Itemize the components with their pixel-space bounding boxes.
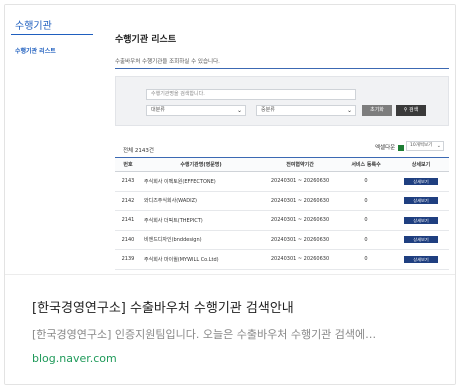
cell-detail: 상세보기 [393,210,449,231]
per-page-value: 10개씩보기 [410,143,433,148]
table-row: 2141 주식회사 더픽트(THEPICT) 20240301 ~ 20260630… [115,210,449,231]
table-row: 2140 비엔드디자인(bnddesign) 20240301 ~ 20260630… [115,230,449,250]
sidebar: 수행기관 수행기관 리스트 [5,5,101,274]
link-description: [한국경영연구소] 인증지원팀입니다. 오늘은 수출바우처 수행기관 검색에… [32,328,377,341]
cell-number: 2142 [115,191,141,211]
cell-number: 2141 [115,210,141,231]
chevron-down-icon: ⌄ [436,143,441,149]
search-button: ⚲ 검색 [396,105,426,116]
thumbnail-screenshot[interactable]: 수행기관 수행기관 리스트 수행기관 리스트 수출바우처 수행기관을 조회하실 … [5,5,455,275]
column-header-service-count: 서비스 등록수 [339,157,393,172]
cell-service-count: 0 [339,171,393,192]
cell-name: 주식회사 이펙토원(EFFECTONE) [141,171,261,192]
cell-detail: 상세보기 [393,249,449,270]
sidebar-divider [11,34,93,35]
reset-button: 초기화 [362,105,392,116]
chevron-down-icon: ⌄ [236,107,242,114]
cell-service-count: 0 [339,230,393,250]
cell-period: 20240301 ~ 20260630 [261,171,339,192]
cell-name: 주식회사 더픽트(THEPICT) [141,210,261,231]
cell-name: 와디즈주식회사(WADIZ) [141,191,261,211]
sidebar-title: 수행기관 [15,21,52,32]
subcategory-select: 중분류 ⌄ [256,105,356,116]
cell-number: 2139 [115,249,141,270]
column-header-name: 수행기관명(영문명) [141,157,261,172]
cell-period: 20240301 ~ 20260630 [261,210,339,231]
cell-service-count: 0 [339,191,393,211]
search-icon: ⚲ [403,107,408,113]
link-caption: [한국경영연구소] 수출바우처 수행기관 검색안내 [한국경영연구소] 인증지원… [5,275,455,384]
cell-detail: 상세보기 [393,171,449,192]
column-header-detail: 상세보기 [393,157,449,172]
agency-table: 번호 수행기관명(영문명) 전여협약기간 서비스 등록수 상세보기 2143 주식… [115,157,449,274]
cell-name: 비엔드디자인(bnddesign) [141,230,261,250]
title-divider [115,68,449,69]
cell-service-count: 0 [339,210,393,231]
table-row: 2139 주식회사 마이윌(MYWILL Co.Ltd) 20240301 ~ 20… [115,249,449,270]
cell-name: 주식회사 마이윌(MYWILL Co.Ltd) [141,249,261,270]
sidebar-item-agency-list: 수행기관 리스트 [15,48,56,55]
subcategory-select-value: 중분류 [261,107,275,113]
detail-button: 상세보기 [404,236,438,244]
cell-period: 20240301 ~ 20260630 [261,249,339,270]
search-panel: 수행기관명을 검색합니다. 대분류 ⌄ 중분류 ⌄ 초기화 ⚲ 검색 [115,76,449,126]
cell-detail: 상세보기 [393,230,449,250]
category-select: 대분류 ⌄ [146,105,246,116]
cell-number: 2140 [115,230,141,250]
main-content: 수행기관 리스트 수출바우처 수행기관을 조회하실 수 있습니다. 수행기관명을… [115,5,455,274]
detail-button: 상세보기 [404,255,438,263]
link-title[interactable]: [한국경영연구소] 수출바우처 수행기관 검색안내 [32,297,442,316]
cell-detail: 상세보기 [393,191,449,211]
category-select-value: 대분류 [151,107,165,113]
column-header-period: 전여협약기간 [261,157,339,172]
chevron-down-icon: ⌄ [346,107,352,114]
search-input: 수행기관명을 검색합니다. [146,89,356,100]
detail-button: 상세보기 [404,177,438,185]
total-count: 전체 2143건 [123,148,154,154]
link-domain[interactable]: blog.naver.com [32,352,117,365]
table-row: 2143 주식회사 이펙토원(EFFECTONE) 20240301 ~ 20260… [115,171,449,192]
per-page-select: 10개씩보기 ⌄ [406,141,444,151]
page-title: 수행기관 리스트 [115,35,177,45]
page-description: 수출바우처 수행기관을 조회하실 수 있습니다. [115,59,220,65]
cell-service-count: 0 [339,249,393,270]
column-header-number: 번호 [115,157,141,172]
detail-button: 상세보기 [404,197,438,205]
excel-icon [398,144,404,151]
cell-period: 20240301 ~ 20260630 [261,191,339,211]
cell-period: 20240301 ~ 20260630 [261,230,339,250]
search-button-label: 검색 [409,107,419,113]
table-row: 2142 와디즈주식회사(WADIZ) 20240301 ~ 20260630 0 상세… [115,191,449,211]
link-preview-card[interactable]: 수행기관 수행기관 리스트 수행기관 리스트 수출바우처 수행기관을 조회하실 … [4,4,456,385]
cell-number: 2143 [115,171,141,192]
detail-button: 상세보기 [404,216,438,224]
excel-download-label: 엑셀다운 [375,145,396,151]
excel-download: 엑셀다운 [375,143,404,151]
